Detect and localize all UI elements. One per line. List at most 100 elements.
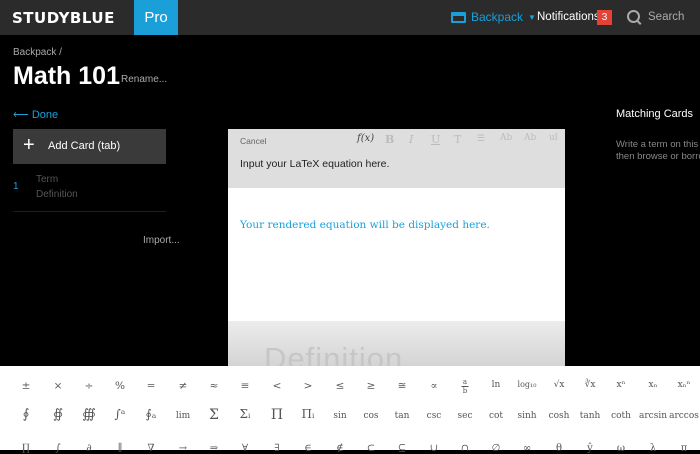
symbol-parallel[interactable]: ∥ [118, 443, 123, 454]
pro-badge[interactable]: Pro [134, 0, 178, 35]
top-navigation-bar: STUDYBLUE Pro Backpack ▼ Notifications 3… [0, 0, 700, 35]
symbol-approx[interactable]: ≈ [210, 380, 219, 392]
matching-desc-line-2: then browse or borrow [616, 151, 700, 162]
symbol-proportional[interactable]: ∝ [430, 380, 437, 392]
cancel-button[interactable]: Cancel [240, 136, 266, 146]
symbol-cube-root[interactable]: ∛x [585, 380, 596, 390]
symbol-tanh[interactable]: tanh [580, 411, 601, 421]
symbol-pi[interactable]: π [681, 443, 688, 454]
symbol-sin[interactable]: sin [333, 411, 346, 421]
symbol-empty-set[interactable]: ∅ [492, 443, 501, 454]
symbol-equals[interactable]: = [147, 380, 156, 392]
symbol-union[interactable]: ∪ [430, 443, 438, 454]
notifications-link[interactable]: Notifications [537, 11, 600, 23]
symbol-less-equal[interactable]: ≤ [336, 380, 345, 392]
symbol-partial[interactable]: ∂ [86, 443, 91, 454]
import-link[interactable]: Import... [143, 235, 180, 246]
symbol-subset-equal[interactable]: ⊆ [398, 443, 406, 454]
symbol-contour-integral[interactable]: ∮ [23, 407, 30, 422]
symbol-omega[interactable]: ω [617, 443, 625, 454]
symbol-limit[interactable]: lim [176, 411, 190, 421]
function-icon[interactable]: f(x) [357, 133, 374, 144]
symbol-coth[interactable]: coth [611, 411, 631, 421]
symbol-exists[interactable]: ∃ [274, 443, 279, 454]
symbol-arrow[interactable]: → [179, 443, 187, 454]
symbol-ln[interactable]: ln [492, 380, 501, 390]
symbol-fraction[interactable]: ab [461, 378, 469, 395]
symbol-sinh[interactable]: sinh [517, 411, 536, 421]
symbol-nabla[interactable]: ∇ [148, 443, 155, 454]
notifications-count-badge[interactable]: 3 [597, 10, 612, 25]
symbol-tan[interactable]: tan [395, 411, 410, 421]
search-button[interactable]: Search [627, 10, 684, 23]
symbol-integral[interactable]: ∫ [55, 443, 60, 454]
symbol-log10[interactable]: log₁₀ [518, 380, 537, 389]
symbol-square-root[interactable]: √x [554, 380, 565, 390]
symbol-indexed-product[interactable]: Πᵢ [302, 407, 315, 421]
symbol-volume-integral[interactable]: ∰ [82, 407, 96, 422]
symbol-greater-equal[interactable]: ≥ [367, 380, 376, 392]
symbol-cos[interactable]: cos [363, 411, 378, 421]
symbol-sec[interactable]: sec [458, 411, 473, 421]
underline-icon[interactable]: U [431, 133, 440, 146]
symbol-hat[interactable]: ŷ [587, 443, 593, 454]
symbol-product[interactable]: Π [271, 407, 283, 423]
symbol-coproduct[interactable]: ∏ [22, 443, 30, 454]
card-definition[interactable]: Definition [36, 189, 78, 200]
latex-input-field[interactable]: Input your LaTeX equation here. [240, 158, 389, 170]
symbol-lambda[interactable]: λ [650, 443, 656, 454]
backpack-menu[interactable]: Backpack ▼ [451, 10, 536, 24]
symbol-subscript[interactable]: xₙ [649, 380, 658, 390]
symbol-arcsin[interactable]: arcsin [639, 411, 667, 421]
symbol-cosh[interactable]: cosh [549, 411, 570, 421]
add-card-button[interactable]: + Add Card (tab) [13, 129, 166, 164]
symbol-for-all[interactable]: ∀ [242, 443, 248, 454]
symbol-equivalent[interactable]: ≡ [241, 380, 250, 392]
symbol-intersection[interactable]: ∩ [461, 443, 469, 454]
superscript-icon[interactable]: Ab [500, 133, 512, 143]
italic-icon[interactable]: I [409, 133, 413, 146]
symbol-divide[interactable]: ÷ [85, 380, 94, 392]
symbol-not-element-of[interactable]: ∉ [336, 443, 343, 454]
symbol-subset[interactable]: ⊂ [367, 443, 375, 454]
card-term[interactable]: Term [36, 174, 58, 185]
matching-desc-line-1: Write a term on this [616, 139, 699, 150]
symbol-surface-integral[interactable]: ∯ [53, 407, 63, 422]
symbol-greater-than[interactable]: > [304, 380, 313, 392]
symbol-indexed-sum[interactable]: Σᵢ [240, 407, 251, 421]
symbol-superscript[interactable]: xⁿ [617, 380, 626, 390]
done-link[interactable]: ⟵ Done [13, 108, 58, 121]
rendered-equation-preview: Your rendered equation will be displayed… [240, 219, 490, 231]
symbol-element-of[interactable]: ∈ [304, 443, 311, 454]
symbol-cot[interactable]: cot [489, 411, 503, 421]
symbol-times[interactable]: × [54, 380, 63, 392]
backpack-icon [451, 11, 466, 23]
bold-icon[interactable]: B [385, 133, 394, 146]
text-size-icon[interactable]: T [454, 133, 461, 146]
symbol-infinity[interactable]: ∞ [523, 443, 531, 454]
symbol-percent[interactable]: % [115, 380, 125, 392]
symbol-theta[interactable]: θ [556, 443, 562, 454]
symbol-implies[interactable]: ⇒ [210, 443, 218, 454]
symbol-arccos[interactable]: arccos [669, 411, 699, 421]
rename-link[interactable]: Rename... [121, 74, 167, 85]
symbol-definite-contour-integral[interactable]: ∮ₐ [146, 407, 157, 421]
symbol-sub-superscript[interactable]: xₙⁿ [678, 380, 691, 390]
unordered-list-icon[interactable]: ul [549, 133, 558, 143]
symbol-congruent[interactable]: ≅ [398, 380, 407, 392]
symbol-less-than[interactable]: < [273, 380, 282, 392]
symbol-sum[interactable]: Σ [209, 407, 219, 423]
symbol-not-equal[interactable]: ≠ [179, 380, 188, 392]
math-symbol-palette: ± × ÷ % = ≠ ≈ ≡ < > ≤ ≥ ≅ ∝ ab ln log₁₀ … [0, 366, 700, 454]
symbol-definite-integral[interactable]: ∫ᵃ [115, 407, 126, 421]
breadcrumb[interactable]: Backpack / [13, 47, 62, 58]
matching-cards-title: Matching Cards [616, 108, 694, 120]
list-icon[interactable]: ☰ [477, 134, 485, 144]
studyblue-logo[interactable]: STUDYBLUE [12, 9, 115, 27]
subscript-icon[interactable]: Ab [524, 133, 536, 143]
symbol-plus-minus[interactable]: ± [22, 380, 31, 392]
latex-input-area: Cancel f(x) B I U T ☰ Ab Ab ul Input you… [228, 129, 565, 188]
symbol-csc[interactable]: csc [427, 411, 442, 421]
divider [13, 211, 166, 212]
fraction-numerator: a [462, 378, 468, 386]
